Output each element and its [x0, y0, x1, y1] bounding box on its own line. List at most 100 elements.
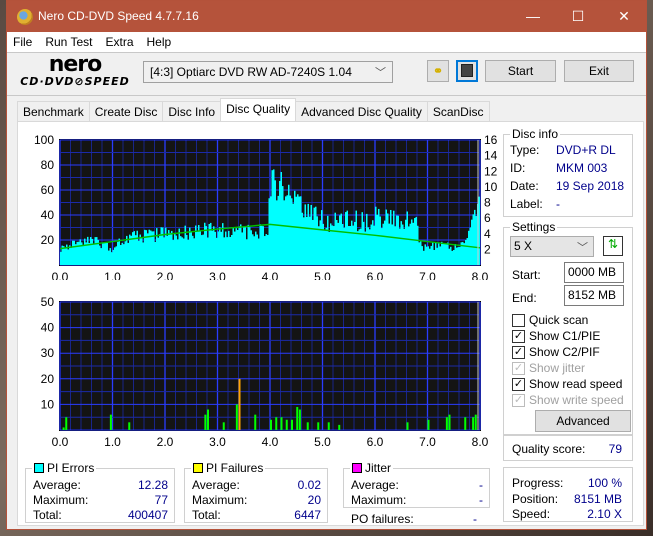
tab-advanced-disc-quality[interactable]: Advanced Disc Quality [295, 101, 428, 122]
pi-error-bar [316, 216, 318, 265]
speed-select[interactable]: 5 X ﹀ [510, 236, 594, 257]
pi-error-bar [315, 206, 317, 265]
save-button[interactable] [456, 60, 478, 82]
pi-error-bar [474, 209, 476, 265]
pi-error-bar [451, 250, 453, 265]
menu-extra[interactable]: Extra [105, 35, 133, 49]
pi-error-bar [256, 234, 258, 265]
pi-error-bar [172, 240, 174, 265]
pi-error-bar [420, 241, 422, 265]
pi-error-bar [226, 237, 228, 265]
pi-error-bar [336, 220, 338, 265]
pi-error-bar [300, 196, 302, 265]
pi-error-bar [189, 227, 191, 265]
pi-error-bar [247, 224, 249, 265]
pi-error-bar [214, 231, 216, 265]
pi-error-bar [196, 230, 198, 265]
show-jitter-checkbox[interactable]: ✓ Show jitter [512, 361, 585, 375]
pi-error-bar [373, 225, 375, 265]
pi-error-bar [391, 224, 393, 265]
app-window: Nero CD-DVD Speed 4.7.7.16 — ☐ ✕ File Ru… [6, 0, 647, 530]
tab-scandisc[interactable]: ScanDisc [426, 101, 490, 122]
refresh-speed-button[interactable]: ⇅ [603, 236, 623, 256]
pi-error-bar [216, 237, 218, 265]
pi-failure-bar [204, 414, 207, 430]
speed-value: 2.10 X [587, 507, 622, 521]
y-tick-label: 20 [41, 233, 55, 247]
pi-error-bar [423, 250, 425, 265]
pi-failure-bar [109, 414, 112, 430]
y-tick-label: 40 [41, 321, 55, 335]
pi-error-bar [264, 236, 266, 265]
pi-error-bar [433, 249, 435, 265]
pi-error-bar [112, 249, 114, 265]
pi-error-bar [138, 240, 140, 265]
pi-error-bar [160, 227, 162, 265]
pi-error-bar [453, 249, 455, 265]
show-write-speed-checkbox[interactable]: ✓ Show write speed [512, 393, 624, 407]
jitter-title-text: Jitter [365, 461, 392, 475]
advanced-button[interactable]: Advanced [535, 410, 631, 432]
tab-create-disc[interactable]: Create Disc [88, 101, 164, 122]
x-tick-label: 5.0 [314, 435, 331, 449]
close-button[interactable]: ✕ [601, 1, 647, 32]
pi-error-bar [435, 242, 437, 265]
menu-run-test[interactable]: Run Test [45, 35, 92, 49]
menu-help[interactable]: Help [147, 35, 172, 49]
menu-bar: File Run Test Extra Help [7, 32, 646, 52]
maximize-button[interactable]: ☐ [555, 1, 601, 32]
show-c1-checkbox[interactable]: ✓ Show C1/PIE [512, 329, 600, 343]
pi-error-bar [343, 227, 345, 265]
show-c2-checkbox[interactable]: ✓ Show C2/PIF [512, 345, 600, 359]
pi-error-bar [412, 222, 414, 265]
jitter-maximum: - [479, 493, 483, 507]
x-tick-label: 2.0 [157, 435, 174, 449]
pi-error-bar [289, 195, 291, 265]
pi-error-bar [351, 220, 353, 265]
pi-error-bar [76, 241, 78, 265]
pi-error-bar [225, 231, 227, 265]
pi-error-bar [106, 243, 108, 265]
tab-disc-info[interactable]: Disc Info [162, 101, 222, 122]
pi-error-bar [342, 223, 344, 265]
pi-error-bar [346, 210, 348, 265]
exit-button[interactable]: Exit [564, 60, 634, 82]
pi-error-bar [123, 244, 125, 265]
pi-error-bar [399, 228, 401, 265]
drive-select[interactable]: [4:3] Optiarc DVD RW AD-7240S 1.04 ﹀ [143, 61, 393, 83]
start-button[interactable]: Start [485, 60, 556, 82]
pi-failures-title: PI Failures [191, 461, 266, 475]
pi-error-bar [304, 204, 306, 265]
start-input[interactable]: 0000 MB [564, 262, 624, 283]
pi-failure-bar [296, 406, 299, 430]
refresh-drives-button[interactable]: ⚭ [427, 60, 449, 82]
pi-error-bar [403, 228, 405, 265]
pi-error-bar [370, 224, 372, 265]
chevron-down-icon: ﹀ [577, 242, 588, 254]
y-tick-label: 10 [41, 397, 55, 411]
pi-error-bar [193, 238, 195, 265]
pi-error-bar [475, 216, 477, 265]
pi-error-bar [96, 237, 98, 265]
tab-benchmark[interactable]: Benchmark [17, 101, 90, 122]
tab-disc-quality[interactable]: Disc Quality [220, 98, 297, 122]
progress-box: Progress: 100 % Position: 8151 MB Speed:… [503, 467, 633, 522]
jitter-average: - [479, 478, 483, 492]
quick-scan-checkbox[interactable]: Quick scan [512, 313, 588, 327]
menu-file[interactable]: File [13, 35, 32, 49]
x-tick-label: 1.0 [104, 270, 121, 280]
nero-app-icon [17, 9, 33, 25]
pi-error-bar [255, 231, 257, 265]
pi-error-bar [190, 232, 192, 265]
checkmark-icon: ✓ [512, 345, 525, 359]
pi-error-bar [111, 252, 113, 265]
pi-error-bar [297, 194, 299, 265]
show-read-speed-checkbox[interactable]: ✓ Show read speed [512, 377, 622, 391]
pi-failure-bar [235, 404, 238, 430]
end-input[interactable]: 8152 MB [564, 285, 624, 306]
pi-failure-bar [275, 417, 278, 430]
pi-error-bar [376, 214, 378, 265]
pi-failures-total: 6447 [294, 508, 321, 522]
minimize-button[interactable]: — [510, 1, 556, 32]
pi-error-bar [384, 220, 386, 265]
